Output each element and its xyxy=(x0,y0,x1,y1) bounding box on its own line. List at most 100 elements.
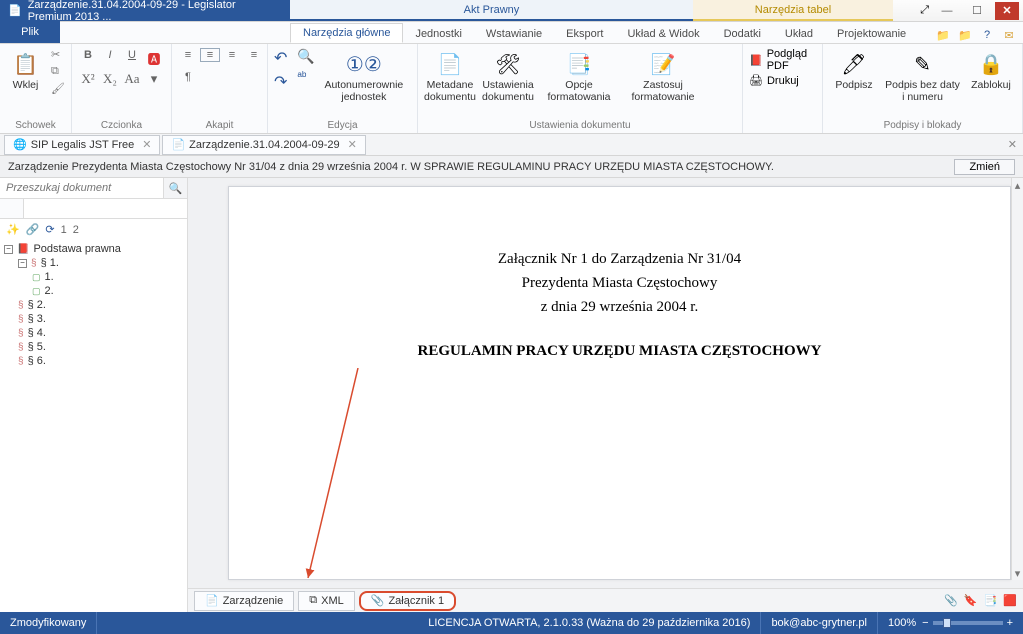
tab-export[interactable]: Eksport xyxy=(554,25,615,43)
nav-tool-refresh-icon[interactable]: ⟳ xyxy=(45,223,54,236)
tree-item-s1-2[interactable]: ▢ 2. xyxy=(4,284,183,298)
autonumber-icon: ①② xyxy=(348,48,380,80)
tree-item-s3[interactable]: §§ 3. xyxy=(4,312,183,326)
group-font: B I U 🅰 X² X₂ Aa ▾ Czcionka xyxy=(72,44,172,133)
align-justify-button[interactable]: ≡ xyxy=(244,48,264,62)
close-button[interactable]: ✕ xyxy=(995,2,1019,20)
replace-icon[interactable]: ᵃᵇ xyxy=(297,69,314,83)
tab-insert[interactable]: Wstawianie xyxy=(474,25,554,43)
redo-button[interactable]: ↷ xyxy=(274,72,287,92)
clip-icon[interactable]: 📎 xyxy=(944,594,958,607)
metadata-icon: 📄 xyxy=(434,48,466,80)
tab-layout-view[interactable]: Układ & Widok xyxy=(615,25,711,43)
doc-tab-sip[interactable]: 🌐 SIP Legalis JST Free ✕ xyxy=(4,135,160,155)
file-tab[interactable]: Plik xyxy=(0,21,60,43)
align-left-button[interactable]: ≡ xyxy=(178,48,198,62)
paste-button[interactable]: 📋 Wklej xyxy=(6,48,45,92)
zoom-controls: 100% − + xyxy=(878,612,1023,634)
change-button[interactable]: Zmień xyxy=(954,159,1015,175)
mail-icon[interactable]: ✉ xyxy=(1001,27,1017,43)
status-email[interactable]: bok@abc-grytner.pl xyxy=(761,612,878,634)
tab-addons[interactable]: Dodatki xyxy=(712,25,773,43)
show-paragraph-icon[interactable]: ¶ xyxy=(178,70,198,84)
settings-icon: 🛠 xyxy=(492,48,524,80)
help-icon[interactable]: ? xyxy=(979,27,995,43)
close-tab-icon[interactable]: ✕ xyxy=(348,138,357,151)
bookmark-icon[interactable]: 🔖 xyxy=(964,594,978,607)
copy-icon[interactable]: ⧉ xyxy=(51,65,65,78)
undo-button[interactable]: ↶ xyxy=(274,48,287,68)
font-color-button[interactable]: 🅰 xyxy=(144,48,164,69)
metadata-button[interactable]: 📄 Metadane dokumentu xyxy=(424,48,476,103)
minimize-button[interactable]: ― xyxy=(935,2,959,20)
copy-doc-icon[interactable]: 📑 xyxy=(984,594,998,607)
tab-units[interactable]: Jednostki xyxy=(403,25,473,43)
tab-main-tools[interactable]: Narzędzia główne xyxy=(290,23,403,43)
subscript-button[interactable]: X₂ xyxy=(100,70,120,88)
align-right-button[interactable]: ≡ xyxy=(222,48,242,62)
clear-format-button[interactable]: ▾ xyxy=(144,70,164,88)
zoom-in-button[interactable]: + xyxy=(1007,617,1013,629)
zoom-out-button[interactable]: − xyxy=(922,617,928,629)
bottom-tab-order[interactable]: 📄 Zarządzenie xyxy=(194,591,294,611)
apply-formatting-button[interactable]: 📝 Zastosuj formatowanie xyxy=(624,48,702,103)
doc-settings-button[interactable]: 🛠 Ustawienia dokumentu xyxy=(482,48,534,103)
nav-tool-wand-icon[interactable]: ✨ xyxy=(6,223,20,236)
toolbar-icon-1[interactable]: 📁 xyxy=(935,27,951,43)
lock-button[interactable]: 🔒 Zablokuj xyxy=(966,48,1016,92)
format-options-button[interactable]: 📑 Opcje formatowania xyxy=(540,48,618,103)
format-painter-icon[interactable]: 🖌 xyxy=(51,82,65,95)
italic-button[interactable]: I xyxy=(100,48,120,62)
bottom-tab-attachment-1[interactable]: 📎 Załącznik 1 xyxy=(359,591,456,611)
close-tab-icon[interactable]: ✕ xyxy=(142,138,151,151)
tree-item-s2[interactable]: §§ 2. xyxy=(4,298,183,312)
tab-layout[interactable]: Układ xyxy=(773,25,825,43)
align-center-button[interactable]: ≡ xyxy=(200,48,220,62)
tab-design[interactable]: Projektowanie xyxy=(825,25,918,43)
toolbar-icon-2[interactable]: 📁 xyxy=(957,27,973,43)
ribbon-collapse-icon[interactable]: ⤢ xyxy=(920,4,929,17)
tree-item-s1[interactable]: − § § 1. xyxy=(4,256,183,270)
bottom-tabs: 📄 Zarządzenie ⧉ XML 📎 Załącznik 1 📎 🔖 📑 … xyxy=(188,588,1023,612)
nav-tool-link-icon[interactable]: 🔗 xyxy=(26,223,40,236)
document-page[interactable]: Załącznik Nr 1 do Zarządzenia Nr 31/04 P… xyxy=(228,186,1011,580)
bottom-tab-xml[interactable]: ⧉ XML xyxy=(298,591,354,611)
expand-icon[interactable]: − xyxy=(18,259,27,268)
stamp-icon[interactable]: 🟥 xyxy=(1003,594,1017,607)
paragraph-icon: § xyxy=(18,328,24,339)
superscript-button[interactable]: X² xyxy=(78,70,98,88)
paragraph-icon: § xyxy=(18,314,24,325)
find-icon[interactable]: 🔍 xyxy=(297,48,314,65)
print-button[interactable]: 🖨 Drukuj xyxy=(749,74,799,87)
underline-button[interactable]: U xyxy=(122,48,142,62)
sign-nodate-button[interactable]: ✎ Podpis bez daty i numeru xyxy=(885,48,960,103)
scroll-down-icon[interactable]: ▾ xyxy=(1012,566,1023,580)
nav-page-2[interactable]: 2 xyxy=(73,224,79,236)
document-info-text: Zarządzenie Prezydenta Miasta Częstochow… xyxy=(8,161,774,173)
tree-item-s1-1[interactable]: ▢ 1. xyxy=(4,270,183,284)
doc-tab-order[interactable]: 📄 Zarządzenie.31.04.2004-09-29 ✕ xyxy=(162,135,365,155)
nav-page-1[interactable]: 1 xyxy=(61,224,67,236)
change-case-button[interactable]: Aa xyxy=(122,70,142,88)
window-controls: ⤢ ― ☐ ✕ xyxy=(893,0,1023,21)
bold-button[interactable]: B xyxy=(78,48,98,62)
tree-root[interactable]: − 📕 Podstawa prawna xyxy=(4,242,183,256)
tree-item-s5[interactable]: §§ 5. xyxy=(4,340,183,354)
tree-item-s6[interactable]: §§ 6. xyxy=(4,354,183,368)
attachment-header-3: z dnia 29 września 2004 r. xyxy=(289,295,950,319)
sidebar-mini-tab-1[interactable] xyxy=(0,199,24,218)
maximize-button[interactable]: ☐ xyxy=(965,2,989,20)
pdf-preview-button[interactable]: 📕 Podgląd PDF xyxy=(749,48,816,72)
tree-item-s4[interactable]: §§ 4. xyxy=(4,326,183,340)
zoom-slider[interactable] xyxy=(933,621,1003,625)
search-button[interactable]: 🔍 xyxy=(163,178,187,198)
vertical-scrollbar[interactable]: ▴ ▾ xyxy=(1011,178,1023,580)
sign-button[interactable]: 🖊 Podpisz xyxy=(829,48,879,92)
close-all-tabs-icon[interactable]: ✕ xyxy=(1008,138,1017,151)
autonumber-button[interactable]: ①② Autonumerownie jednostek xyxy=(325,48,403,103)
scroll-up-icon[interactable]: ▴ xyxy=(1012,178,1023,192)
expand-icon[interactable]: − xyxy=(4,245,13,254)
search-input[interactable] xyxy=(0,178,163,198)
cut-icon[interactable]: ✂ xyxy=(51,48,65,61)
sidebar-mini-tabs xyxy=(0,199,187,219)
